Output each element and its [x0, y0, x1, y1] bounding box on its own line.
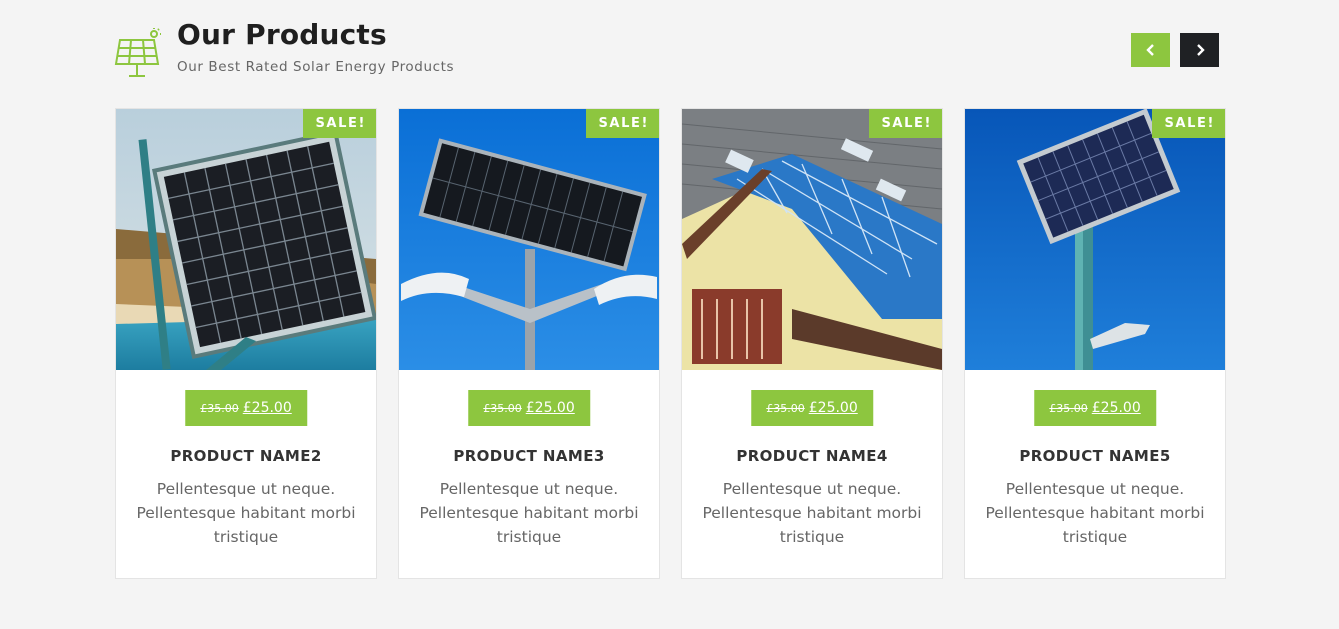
old-price: £35.00	[200, 401, 239, 415]
product-image[interactable]	[965, 109, 1225, 370]
sale-badge: SALE!	[869, 109, 942, 138]
product-image[interactable]	[682, 109, 942, 370]
carousel-next-button[interactable]	[1180, 33, 1219, 67]
product-description: Pellentesque ut neque. Pellentesque habi…	[702, 480, 922, 546]
product-image[interactable]	[399, 109, 659, 370]
product-name[interactable]: PRODUCT NAME4	[682, 447, 942, 465]
new-price[interactable]: £25.00	[1092, 400, 1141, 416]
new-price[interactable]: £25.00	[809, 400, 858, 416]
old-price: £35.00	[1049, 401, 1088, 415]
sale-badge: SALE!	[586, 109, 659, 138]
sale-badge: SALE!	[303, 109, 376, 138]
chevron-right-icon	[1196, 44, 1205, 56]
product-description: Pellentesque ut neque. Pellentesque habi…	[419, 480, 639, 546]
product-card: SALE! £35.00 £25.00 PRODUCT NAME3 Pellen…	[398, 108, 660, 579]
product-description: Pellentesque ut neque. Pellentesque habi…	[136, 480, 356, 546]
section-header: Our Products Our Best Rated Solar Energy…	[114, 20, 454, 80]
section-title: Our Products	[177, 18, 387, 51]
product-card: SALE! £35.00 £25.00 PRODUCT NAME2 Pellen…	[115, 108, 377, 579]
product-carousel: SALE! £35.00 £25.00 PRODUCT NAME2 Pellen…	[115, 108, 1226, 579]
old-price: £35.00	[766, 401, 805, 415]
product-name[interactable]: PRODUCT NAME5	[965, 447, 1225, 465]
solar-panel-icon	[114, 28, 161, 77]
product-description: Pellentesque ut neque. Pellentesque habi…	[985, 480, 1205, 546]
product-name[interactable]: PRODUCT NAME2	[116, 447, 376, 465]
price-button[interactable]: £35.00 £25.00	[1034, 390, 1156, 426]
old-price: £35.00	[483, 401, 522, 415]
product-image[interactable]	[116, 109, 376, 370]
new-price[interactable]: £25.00	[243, 400, 292, 416]
price-button[interactable]: £35.00 £25.00	[185, 390, 307, 426]
product-card: SALE! £35.00 £25.00 PRODUCT NAME4 Pellen…	[681, 108, 943, 579]
price-button[interactable]: £35.00 £25.00	[751, 390, 873, 426]
product-name[interactable]: PRODUCT NAME3	[399, 447, 659, 465]
product-card: SALE! £35.00 £25.00 PRODUCT NAME5 Pellen…	[964, 108, 1226, 579]
section-subtitle: Our Best Rated Solar Energy Products	[177, 59, 455, 75]
carousel-prev-button[interactable]	[1131, 33, 1170, 67]
price-button[interactable]: £35.00 £25.00	[468, 390, 590, 426]
new-price[interactable]: £25.00	[526, 400, 575, 416]
chevron-left-icon	[1145, 44, 1154, 56]
sale-badge: SALE!	[1152, 109, 1225, 138]
